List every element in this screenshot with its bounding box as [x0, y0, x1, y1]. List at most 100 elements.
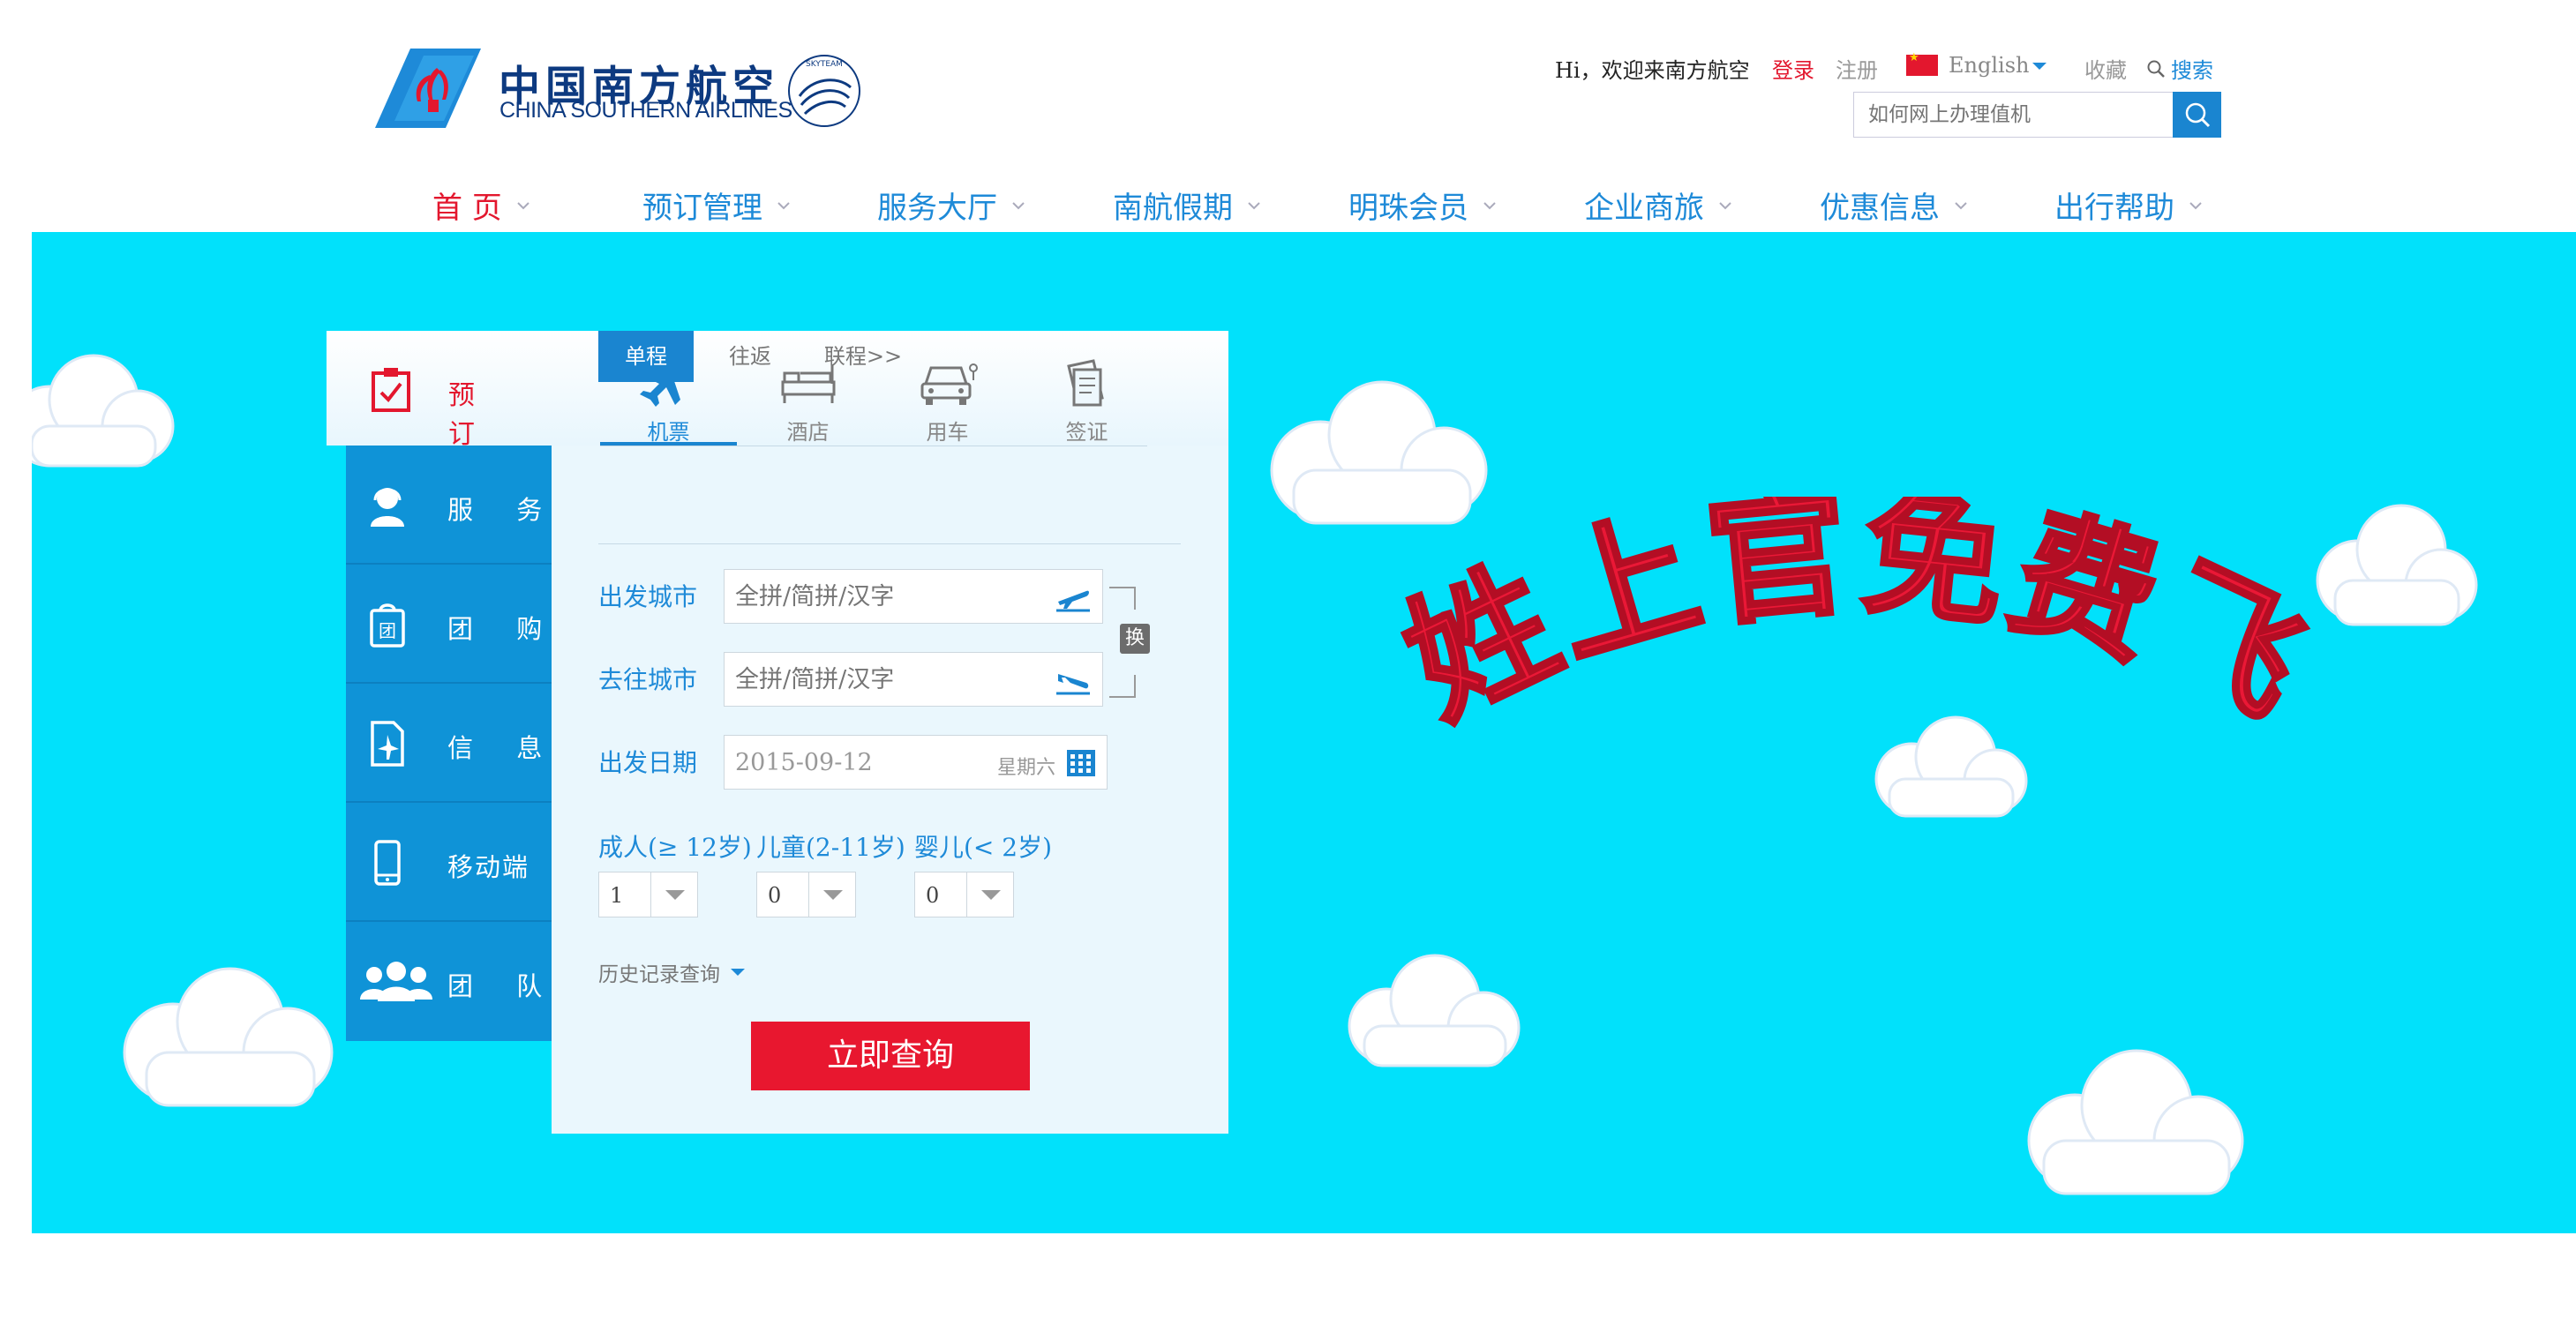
- search-flights-button[interactable]: 立即查询: [751, 1022, 1030, 1090]
- mobile-icon: [374, 840, 401, 886]
- clipboard-check-icon: [372, 368, 410, 412]
- side-tab-book-label: 预 订: [448, 380, 492, 450]
- chevron-down-icon: [1012, 201, 1025, 209]
- history-query-toggle[interactable]: 历史记录查询: [598, 957, 745, 987]
- search-icon: [2147, 60, 2165, 78]
- slogan-text: 姓上官免费飞: [1380, 497, 2331, 751]
- tab-visa[interactable]: 签证: [1018, 356, 1155, 445]
- nav-pearl-member-label: 明珠会员: [1348, 191, 1468, 226]
- side-tab-book[interactable]: 预 订: [327, 331, 552, 450]
- side-tab-service[interactable]: 服 务: [346, 446, 552, 565]
- takeoff-icon: [1056, 590, 1090, 612]
- svg-text:团: 团: [379, 620, 396, 641]
- child-count-value: 0: [768, 883, 782, 908]
- search-link-label: 搜索: [2171, 58, 2213, 83]
- nav-promotions[interactable]: 优惠信息: [1820, 183, 1968, 227]
- nav-travel-help-label: 出行帮助: [2054, 191, 2174, 226]
- side-tab-team-label: 团 队: [447, 971, 560, 1001]
- infant-label: 婴儿(< 2岁): [914, 833, 1053, 862]
- chevron-down-icon: [1483, 201, 1496, 209]
- promo-slogan: 姓上官免费飞: [1380, 497, 2334, 751]
- dropdown-arrow-icon: [823, 890, 843, 900]
- adult-count-select[interactable]: 1: [598, 872, 698, 917]
- arrival-city-label: 去往城市: [598, 665, 698, 694]
- calendar-icon: [1067, 750, 1095, 776]
- site-search-button[interactable]: [2173, 92, 2221, 138]
- team-icon: [360, 962, 432, 1001]
- site-search-input[interactable]: [1854, 93, 2174, 137]
- nav-business-travel-label: 企业商旅: [1584, 191, 1704, 226]
- chevron-down-icon: [2189, 201, 2202, 209]
- trip-round-trip[interactable]: 往返: [706, 331, 794, 382]
- side-tab-info-label: 信 息: [447, 733, 560, 763]
- caret-down-icon[interactable]: [2032, 63, 2047, 70]
- side-tab-info[interactable]: 信 息: [346, 684, 552, 803]
- side-tab-team[interactable]: 团 队: [346, 922, 552, 1041]
- infant-count-select[interactable]: 0: [914, 872, 1014, 917]
- departure-date-field[interactable]: 星期六: [724, 735, 1108, 790]
- tab-car-label: 用车: [926, 420, 969, 445]
- arrival-city-input[interactable]: [725, 653, 1102, 706]
- search-link[interactable]: 搜索: [2146, 53, 2213, 84]
- dropdown-arrow-icon: [665, 890, 685, 900]
- nav-service-hall-label: 服务大厅: [877, 191, 997, 226]
- flight-info-icon: [371, 721, 404, 767]
- svg-text:姓上官免费飞: 姓上官免费飞: [1382, 497, 2334, 749]
- nav-holidays[interactable]: 南航假期: [1113, 183, 1261, 227]
- cloud-decoration: [32, 354, 175, 468]
- chevron-down-icon: [1248, 201, 1260, 209]
- nav-home[interactable]: 首 页: [432, 183, 530, 227]
- greeting-text: Hi，欢迎来南方航空: [1555, 58, 1750, 83]
- child-count-select[interactable]: 0: [756, 872, 856, 917]
- kapok-logo-icon: [375, 49, 481, 128]
- register-link[interactable]: 注册: [1836, 53, 1878, 84]
- booking-widget: 预 订 服 务 团 团 购 信 息 移动端 团 队 机票 酒店 用车 签证 单程…: [327, 331, 1228, 1134]
- landing-icon: [1056, 674, 1090, 695]
- side-tab-group-buy-label: 团 购: [447, 614, 560, 644]
- swap-bracket-bottom: [1109, 675, 1136, 698]
- side-menu: 服 务 团 团 购 信 息 移动端 团 队: [346, 446, 552, 1041]
- cloud-decoration: [123, 967, 334, 1107]
- nav-holidays-label: 南航假期: [1113, 191, 1233, 226]
- nav-booking-management-label: 预订管理: [642, 191, 762, 226]
- language-selector[interactable]: English: [1949, 53, 2029, 78]
- nav-pearl-member[interactable]: 明珠会员: [1348, 183, 1497, 227]
- history-query-label: 历史记录查询: [598, 963, 720, 986]
- skyteam-text: SKYTEAM: [806, 60, 843, 69]
- cloud-decoration: [2027, 1049, 2244, 1195]
- chevron-down-icon: [517, 201, 529, 209]
- departure-city-field[interactable]: [724, 569, 1103, 624]
- nav-business-travel[interactable]: 企业商旅: [1584, 183, 1732, 227]
- nav-home-label: 首 页: [432, 191, 502, 226]
- chevron-down-icon: [1719, 201, 1731, 209]
- china-southern-logo[interactable]: 中国南方航空 CHINA SOUTHERN AIRLINES SKYTEAM: [375, 49, 869, 130]
- tab-visa-label: 签证: [1065, 420, 1108, 445]
- side-tab-service-label: 服 务: [447, 495, 560, 525]
- nav-promotions-label: 优惠信息: [1820, 191, 1940, 226]
- group-buy-icon: 团: [370, 603, 405, 648]
- chevron-down-icon: [777, 201, 790, 209]
- tab-flights-label: 机票: [647, 420, 690, 445]
- cloud-decoration: [1348, 954, 1521, 1067]
- nav-service-hall[interactable]: 服务大厅: [877, 183, 1025, 227]
- trip-multi-city[interactable]: 联程>>: [810, 331, 916, 382]
- nav-travel-help[interactable]: 出行帮助: [2054, 183, 2203, 227]
- china-flag-icon[interactable]: [1906, 51, 1938, 76]
- logo-english-text: CHINA SOUTHERN AIRLINES: [499, 98, 792, 123]
- favorite-link[interactable]: 收藏: [2084, 53, 2127, 84]
- login-link[interactable]: 登录: [1772, 53, 1814, 84]
- car-icon: [920, 363, 978, 405]
- departure-city-input[interactable]: [725, 570, 1102, 623]
- adult-label: 成人(≥ 12岁): [598, 833, 752, 862]
- side-tab-mobile[interactable]: 移动端: [346, 803, 552, 922]
- service-icon: [371, 488, 404, 527]
- departure-date-label: 出发日期: [598, 748, 698, 777]
- arrival-city-field[interactable]: [724, 652, 1103, 707]
- nav-booking-management[interactable]: 预订管理: [642, 183, 791, 227]
- swap-cities-button[interactable]: 换: [1120, 624, 1150, 654]
- side-tab-group-buy[interactable]: 团 团 购: [346, 565, 552, 684]
- visa-icon: [1066, 359, 1104, 407]
- site-search-box[interactable]: [1853, 92, 2175, 138]
- trip-one-way[interactable]: 单程: [598, 331, 694, 382]
- weekday-text: 星期六: [996, 757, 1055, 779]
